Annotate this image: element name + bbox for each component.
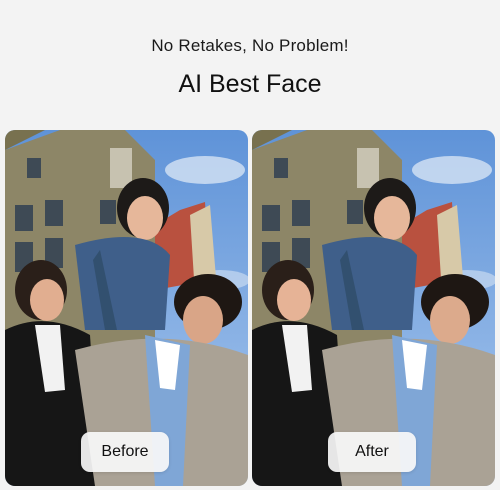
after-label: After	[328, 432, 416, 472]
tagline: No Retakes, No Problem!	[151, 36, 349, 55]
after-photo-panel: After	[252, 130, 495, 486]
before-label: Before	[81, 432, 169, 472]
before-photo-panel: Before	[5, 130, 248, 486]
page-title: AI Best Face	[178, 70, 322, 98]
